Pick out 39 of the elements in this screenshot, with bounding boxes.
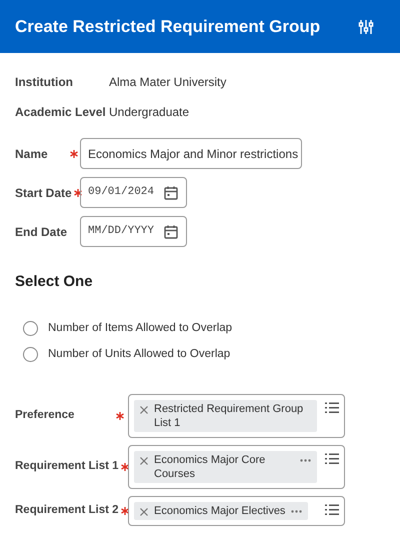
settings-icon[interactable] (358, 18, 374, 34)
list-icon[interactable] (325, 402, 339, 414)
field-label: Requirement List 1 (15, 458, 119, 474)
chip-label: Economics Major Electives (154, 504, 286, 518)
date-field[interactable]: 09/01/2024 (80, 177, 187, 208)
radio-label[interactable]: Number of Items Allowed to Overlap (48, 320, 232, 338)
section-heading: Select One (15, 272, 94, 292)
radio-button[interactable] (23, 347, 38, 362)
remove-icon[interactable] (140, 406, 148, 414)
calendar-icon[interactable] (163, 184, 179, 200)
chip-label: Economics Major Core Courses (154, 452, 266, 480)
selected-item-chip[interactable]: Economics Major Core Courses (134, 450, 317, 482)
prompt-field[interactable]: Economics Major Electives (128, 496, 345, 526)
field-label: Preference (15, 408, 74, 423)
name-field[interactable]: Economics Major and Minor restrictions (80, 138, 302, 169)
field-label: Start Date (15, 184, 72, 202)
prompt-field[interactable]: Restricted Requirement Group List 1 (128, 394, 345, 438)
field-label: Academic Level (15, 104, 107, 120)
list-icon[interactable] (325, 504, 339, 516)
calendar-icon[interactable] (163, 224, 179, 240)
prompt-field[interactable]: Economics Major Core Courses (128, 444, 345, 488)
field-value: Alma Mater University (109, 74, 226, 90)
chip-label: Restricted Requirement Group List 1 (154, 402, 304, 430)
selected-item-chip[interactable]: Restricted Requirement Group List 1 (134, 400, 317, 432)
field-label: Institution (15, 74, 74, 90)
field-value: Undergraduate (109, 104, 190, 120)
more-icon[interactable] (291, 510, 302, 512)
field-label: Requirement List 2 (15, 502, 119, 518)
page-title: Create Restricted Requirement Group (15, 16, 320, 38)
list-icon[interactable] (325, 452, 339, 464)
remove-icon[interactable] (140, 456, 148, 464)
field-label: End Date (15, 224, 68, 240)
remove-icon[interactable] (140, 508, 148, 516)
selected-item-chip[interactable]: Economics Major Electives (134, 502, 308, 520)
field-label: Name (15, 146, 48, 162)
radio-label[interactable]: Number of Units Allowed to Overlap (48, 346, 230, 364)
radio-button[interactable] (23, 321, 38, 336)
date-field[interactable]: MM/DD/YYYY (80, 216, 187, 247)
more-icon[interactable] (300, 458, 311, 462)
